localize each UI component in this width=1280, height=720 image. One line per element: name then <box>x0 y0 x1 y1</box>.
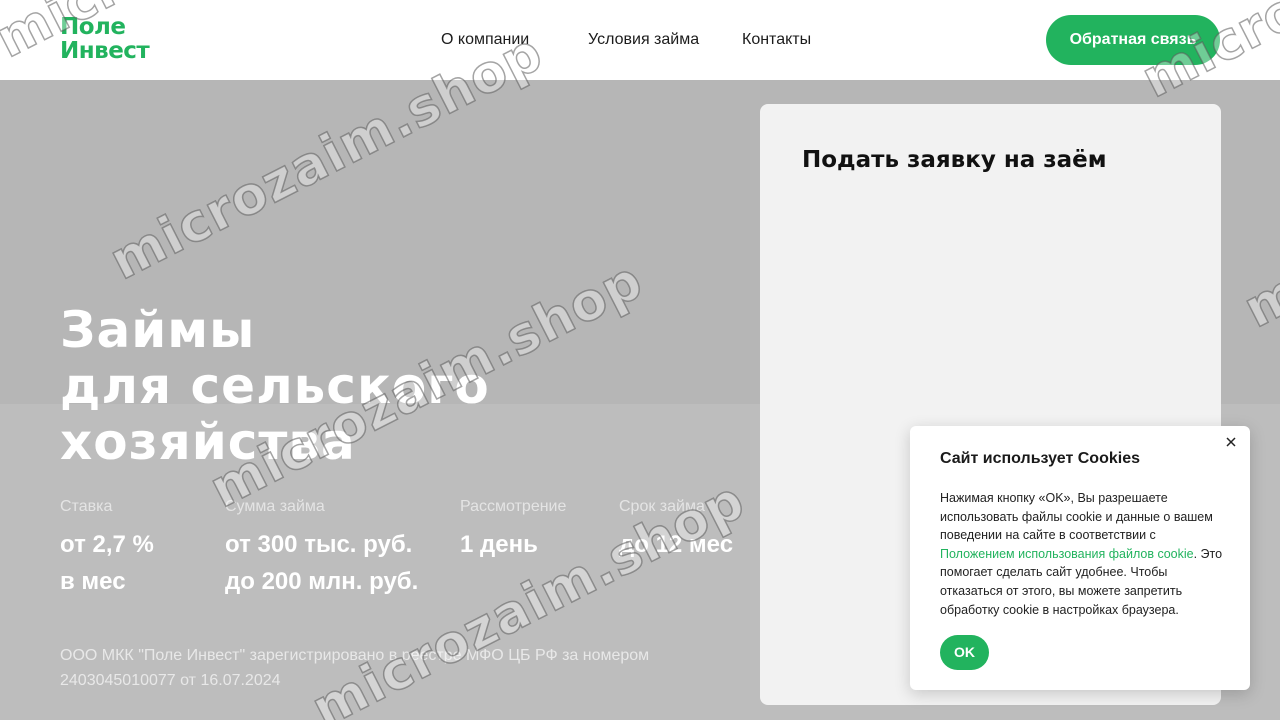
stat-amount: Сумма займа от 300 тыс. руб. до 200 млн.… <box>225 496 418 600</box>
stat-value-line: от 2,7 % <box>60 531 154 558</box>
cookie-text: Нажимая кнопку «OK», Вы разрешаете испол… <box>940 489 1230 619</box>
stat-value-line: до 12 мес <box>619 531 734 558</box>
feedback-button[interactable]: Обратная связь <box>1046 15 1220 65</box>
stat-review: Рассмотрение 1 день <box>460 496 566 563</box>
nav-loan-terms[interactable]: Условия займа <box>588 30 699 50</box>
cookie-policy-link[interactable]: Положением использования файлов cookie <box>940 547 1194 561</box>
stat-label: Рассмотрение <box>460 498 567 515</box>
stat-value: 1 день <box>460 526 566 563</box>
stat-value-line: от 300 тыс. руб. <box>225 531 413 558</box>
cookie-text-part: Нажимая кнопку «OK», Вы разрешаете испол… <box>940 491 1213 543</box>
stat-value: от 300 тыс. руб. до 200 млн. руб. <box>225 526 418 600</box>
hero-title-line: для сельского <box>60 357 490 415</box>
stat-label: Срок займа <box>619 498 705 515</box>
form-title: Подать заявку на заём <box>802 147 1107 173</box>
hero-title: Займы для сельского хозяйства <box>60 302 680 470</box>
stat-term: Срок займа до 12 мес <box>619 496 733 563</box>
cookie-banner: Сайт использует Cookies Нажимая кнопку «… <box>910 426 1250 690</box>
cookie-title: Сайт использует Cookies <box>940 450 1140 467</box>
nav-about[interactable]: О компании <box>441 30 529 50</box>
legal-registration-text: ООО МКК "Поле Инвест" зарегистрировано в… <box>60 647 650 689</box>
stat-rate: Ставка от 2,7 % в мес <box>60 496 154 600</box>
stat-value: от 2,7 % в мес <box>60 526 154 600</box>
stat-value-line: 1 день <box>460 531 538 558</box>
cookie-ok-button[interactable]: OK <box>940 635 989 670</box>
stat-value-line: до 200 млн. руб. <box>225 568 419 595</box>
stat-value: до 12 мес <box>619 526 733 563</box>
hero-title-line: Займы <box>60 301 256 359</box>
nav-contacts[interactable]: Контакты <box>742 30 811 50</box>
stat-label: Ставка <box>60 498 113 515</box>
logo-line1: Поле <box>60 14 126 40</box>
site-header: Поле Инвест О компании Условия займа Кон… <box>0 0 1280 80</box>
stat-value-line: в мес <box>60 568 126 595</box>
logo-line2: Инвест <box>60 38 150 64</box>
hero-title-line: хозяйства <box>60 413 356 471</box>
close-icon[interactable] <box>1224 434 1238 448</box>
logo[interactable]: Поле Инвест <box>60 14 172 66</box>
stat-label: Сумма займа <box>225 498 325 515</box>
